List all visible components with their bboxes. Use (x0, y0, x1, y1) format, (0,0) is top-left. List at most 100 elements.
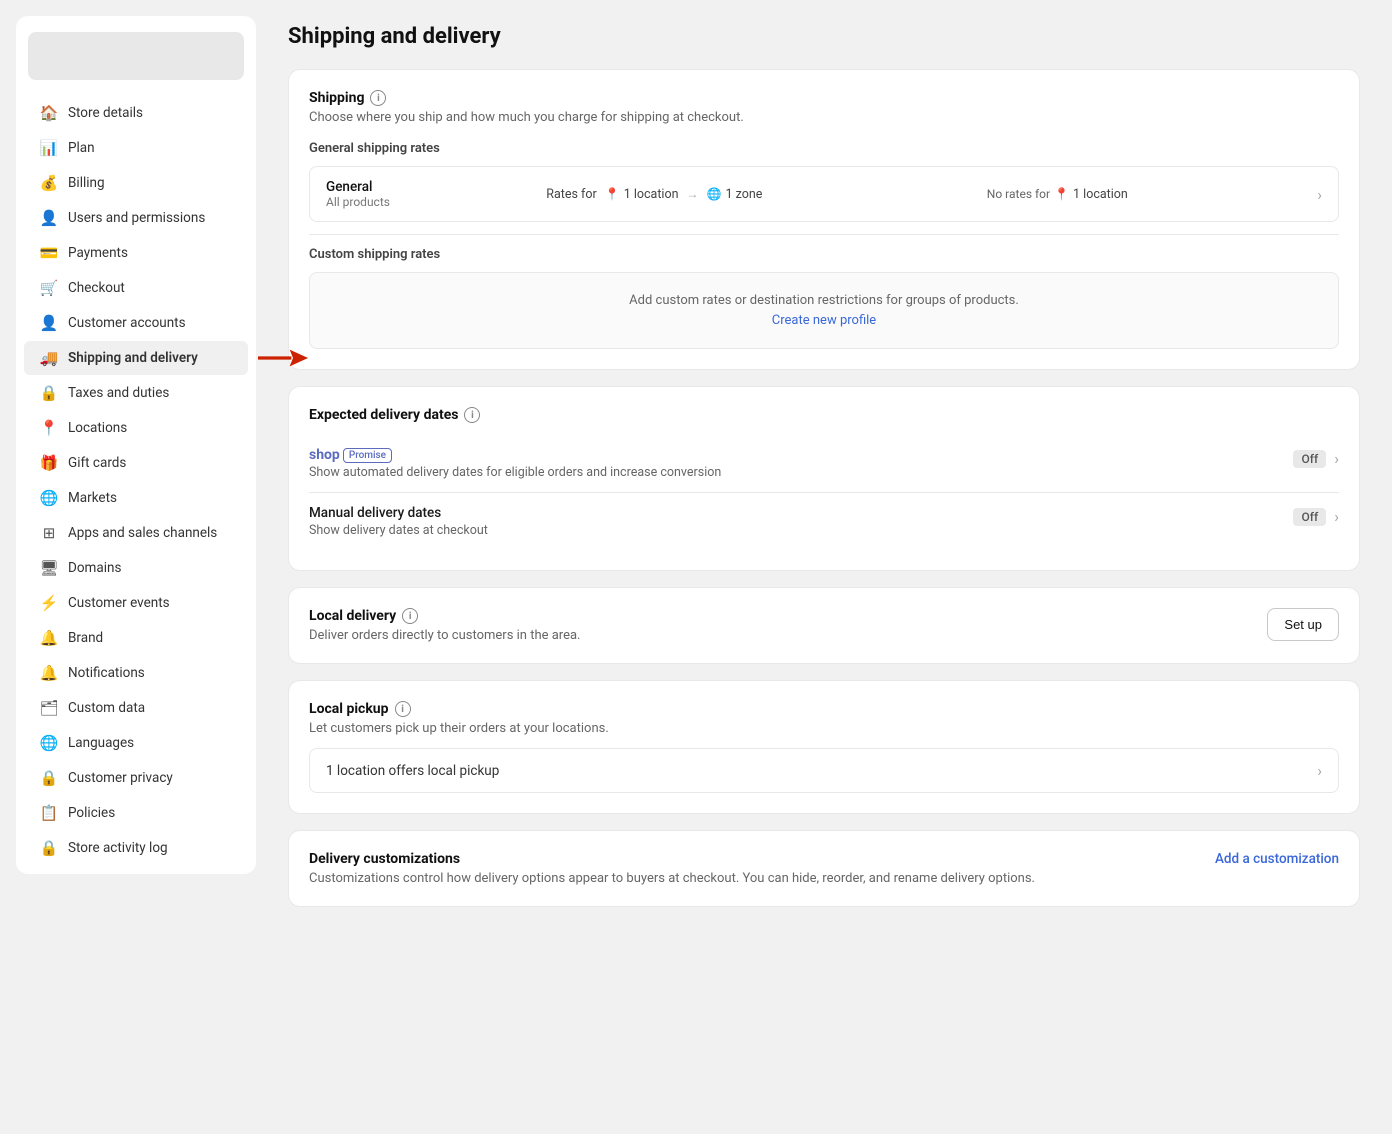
shipping-rates-info: Rates for 📍 1 location → 🌐 1 zone (546, 187, 987, 202)
shop-promise-title: shop Promise (309, 447, 1293, 463)
manual-delivery-chevron: › (1334, 507, 1339, 526)
general-rates-label: General shipping rates (309, 141, 1339, 156)
promise-text: Promise (343, 448, 392, 463)
plan-icon: 📊 (40, 139, 58, 157)
location-row-chevron: › (1317, 761, 1322, 780)
checkout-icon: 🛒 (40, 279, 58, 297)
shipping-icon: 🚚 (40, 349, 58, 367)
delivery-customizations-subtitle: Customizations control how delivery opti… (309, 871, 1035, 886)
notifications-icon: 🔔 (40, 664, 58, 682)
shop-promise-badge: shop Promise (309, 447, 392, 463)
create-profile-link[interactable]: Create new profile (772, 313, 876, 328)
location-row[interactable]: 1 location offers local pickup › (309, 748, 1339, 793)
domains-icon: 🖥 (40, 559, 58, 577)
local-delivery-info: Local delivery i Deliver orders directly… (309, 608, 580, 643)
sidebar-item-domains[interactable]: 🖥 Domains (24, 551, 248, 585)
sidebar-item-store-details[interactable]: 🏠 Store details (24, 96, 248, 130)
shipping-subtitle: Choose where you ship and how much you c… (309, 110, 1339, 125)
shop-promise-row[interactable]: shop Promise Show automated delivery dat… (309, 435, 1339, 493)
sidebar-item-store-activity[interactable]: 🔒 Store activity log (24, 831, 248, 865)
shop-promise-content: shop Promise Show automated delivery dat… (309, 447, 1293, 480)
sidebar-item-locations[interactable]: 📍 Locations (24, 411, 248, 445)
no-rates-location-icon: 📍 (1054, 187, 1069, 201)
sidebar-item-markets[interactable]: 🌐 Markets (24, 481, 248, 515)
store-icon: 🏠 (40, 104, 58, 122)
rates-zone: 🌐 1 zone (707, 187, 763, 202)
local-delivery-info-icon[interactable]: i (402, 608, 418, 624)
general-rates-box: General All products Rates for 📍 1 locat… (309, 166, 1339, 222)
main-content: Shipping and delivery Shipping i Choose … (256, 0, 1392, 1134)
local-delivery-card: Local delivery i Deliver orders directly… (288, 587, 1360, 664)
expected-delivery-title: Expected delivery dates i (309, 407, 1339, 423)
custom-rates-label: Custom shipping rates (309, 247, 1339, 262)
apps-icon: ⊞ (40, 524, 58, 542)
sidebar-item-customer-privacy[interactable]: 🔒 Customer privacy (24, 761, 248, 795)
zone-icon: 🌐 (707, 187, 722, 201)
sidebar-item-policies[interactable]: 📋 Policies (24, 796, 248, 830)
customer-events-icon: ⚡ (40, 594, 58, 612)
users-icon: 👤 (40, 209, 58, 227)
billing-icon: 💰 (40, 174, 58, 192)
manual-delivery-toggle[interactable]: Off (1293, 508, 1326, 526)
shop-promise-chevron: › (1334, 449, 1339, 468)
add-customization-link[interactable]: Add a customization (1215, 851, 1339, 867)
general-shipping-row[interactable]: General All products Rates for 📍 1 locat… (326, 167, 1322, 221)
local-pickup-subtitle: Let customers pick up their orders at yo… (309, 721, 1339, 736)
location-pin-icon: 📍 (605, 187, 620, 201)
manual-delivery-content: Manual delivery dates Show delivery date… (309, 505, 1293, 538)
manual-delivery-row[interactable]: Manual delivery dates Show delivery date… (309, 493, 1339, 550)
arrow-right-icon: → (687, 187, 699, 201)
sidebar-item-plan[interactable]: 📊 Plan (24, 131, 248, 165)
page-title: Shipping and delivery (288, 24, 1360, 49)
local-pickup-title: Local pickup i (309, 701, 1339, 717)
gift-cards-icon: 🎁 (40, 454, 58, 472)
local-delivery-title: Local delivery i (309, 608, 580, 624)
sidebar-item-gift-cards[interactable]: 🎁 Gift cards (24, 446, 248, 480)
policies-icon: 📋 (40, 804, 58, 822)
setup-button[interactable]: Set up (1267, 608, 1339, 641)
sidebar-item-checkout[interactable]: 🛒 Checkout (24, 271, 248, 305)
delivery-customizations-info: Delivery customizations Customizations c… (309, 851, 1035, 886)
sidebar-item-languages[interactable]: 🌐 Languages (24, 726, 248, 760)
sidebar-item-billing[interactable]: 💰 Billing (24, 166, 248, 200)
sidebar-item-payments[interactable]: 💳 Payments (24, 236, 248, 270)
shop-promise-toggle[interactable]: Off (1293, 450, 1326, 468)
manual-delivery-subtitle: Show delivery dates at checkout (309, 523, 1293, 538)
local-delivery-row: Local delivery i Deliver orders directly… (309, 608, 1339, 643)
sidebar-item-notifications[interactable]: 🔔 Notifications (24, 656, 248, 690)
shipping-info-icon[interactable]: i (370, 90, 386, 106)
sidebar-item-customer-accounts[interactable]: 👤 Customer accounts (24, 306, 248, 340)
taxes-icon: 🔒 (40, 384, 58, 402)
sidebar-item-taxes[interactable]: 🔒 Taxes and duties (24, 376, 248, 410)
custom-rates-text: Add custom rates or destination restrict… (330, 293, 1318, 308)
sidebar-item-customer-events[interactable]: ⚡ Customer events (24, 586, 248, 620)
red-arrow-annotation (258, 346, 308, 370)
shipping-card: Shipping i Choose where you ship and how… (288, 69, 1360, 370)
shop-promise-controls: Off › (1293, 449, 1339, 468)
sidebar-item-apps[interactable]: ⊞ Apps and sales channels (24, 516, 248, 550)
sidebar-item-custom-data[interactable]: 🗂 Custom data (24, 691, 248, 725)
location-row-text: 1 location offers local pickup (326, 763, 1317, 779)
store-activity-icon: 🔒 (40, 839, 58, 857)
custom-data-icon: 🗂 (40, 699, 58, 717)
local-pickup-info-icon[interactable]: i (395, 701, 411, 717)
delivery-customizations-title: Delivery customizations (309, 851, 1035, 867)
sidebar-item-brand[interactable]: 🔔 Brand (24, 621, 248, 655)
shop-text: shop (309, 447, 340, 463)
sidebar-item-shipping-delivery[interactable]: 🚚 Shipping and delivery (24, 341, 248, 375)
custom-rates-box: Add custom rates or destination restrict… (309, 272, 1339, 349)
shop-promise-subtitle: Show automated delivery dates for eligib… (309, 465, 1293, 480)
brand-icon: 🔔 (40, 629, 58, 647)
local-delivery-subtitle: Deliver orders directly to customers in … (309, 628, 580, 643)
no-rates-info: No rates for 📍 1 location (987, 187, 1317, 202)
general-row-chevron: › (1317, 185, 1322, 204)
expected-delivery-card: Expected delivery dates i shop Promise S… (288, 386, 1360, 571)
shipping-section-title: Shipping i (309, 90, 1339, 106)
sidebar-logo (28, 32, 244, 80)
local-pickup-card: Local pickup i Let customers pick up the… (288, 680, 1360, 814)
manual-delivery-title: Manual delivery dates (309, 505, 1293, 521)
payments-icon: 💳 (40, 244, 58, 262)
expected-delivery-info-icon[interactable]: i (464, 407, 480, 423)
sidebar-item-users[interactable]: 👤 Users and permissions (24, 201, 248, 235)
sidebar-navigation: 🏠 Store details 📊 Plan 💰 Billing 👤 Users… (16, 96, 256, 865)
